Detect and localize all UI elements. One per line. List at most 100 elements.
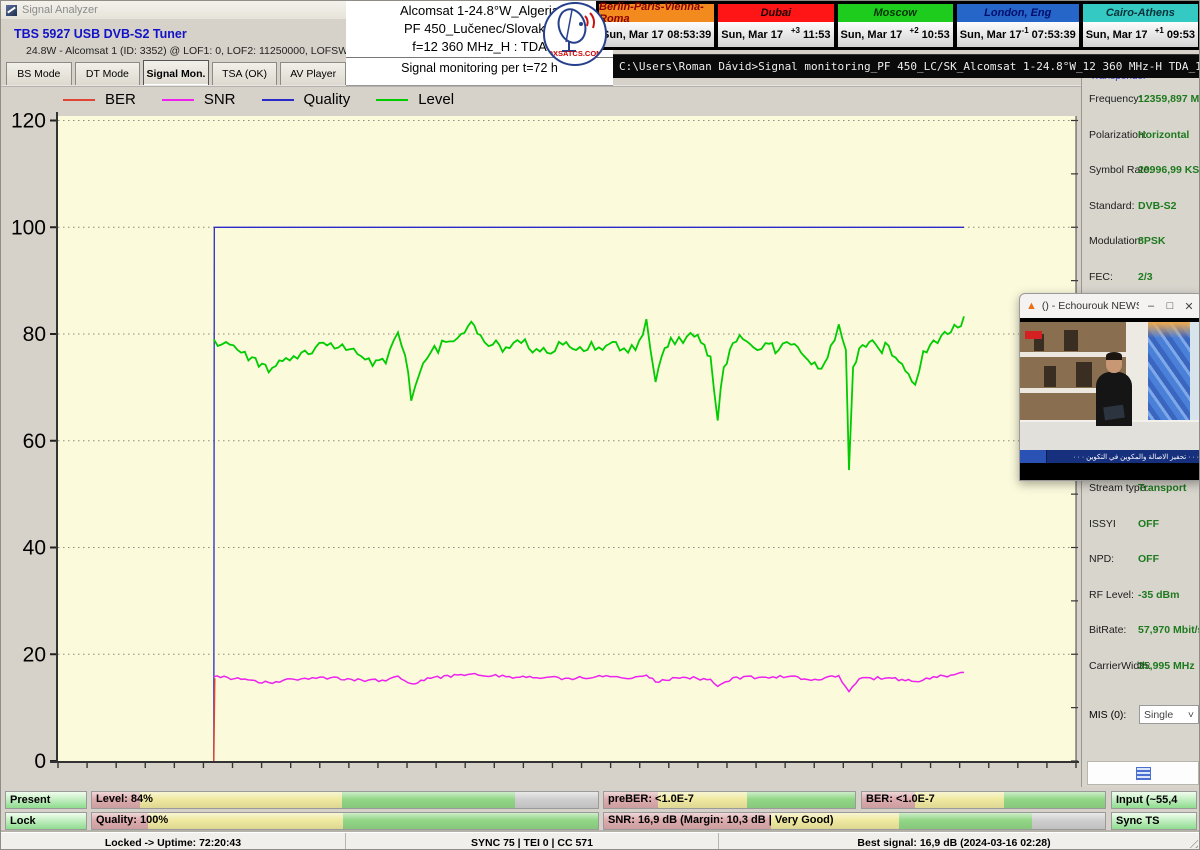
studio-scene xyxy=(1020,322,1200,450)
vlc-titlebar[interactable]: ▲ () - Echourouk NEWS... – □ ✕ xyxy=(1020,294,1200,318)
quality-bar-label: Quality: 100% xyxy=(96,814,168,826)
video-area[interactable]: · · · تحفيز الاصالة والمكوين في التكوين … xyxy=(1020,318,1200,480)
clock-city: London, Eng xyxy=(957,4,1079,22)
field-value: Transport xyxy=(1138,482,1186,494)
sync-ts-indicator: Sync TS xyxy=(1111,812,1197,830)
field-row: RF Level:-35 dBm xyxy=(1082,589,1200,603)
field-value: 35,995 MHz xyxy=(1138,660,1195,672)
ticker-text: · · · تحفيز الاصالة والمكوين في التكوين … xyxy=(1047,453,1200,461)
tab-bs-mode[interactable]: BS Mode xyxy=(6,62,72,85)
vlc-cone-icon: ▲ xyxy=(1026,300,1037,312)
clock: London, Eng Sun, Mar 17-107:53:39 xyxy=(956,3,1080,48)
presenter-hair xyxy=(1106,352,1122,360)
logo-text: DXSATCS.COM xyxy=(545,49,605,58)
meter-segment-green xyxy=(343,813,598,829)
field-row: Frequency:12359,897 MHz xyxy=(1082,93,1200,107)
list-icon xyxy=(1136,767,1151,780)
clock: Cairo-AthensSun, Mar 17+109:53 xyxy=(1082,3,1199,48)
level-bar: Level: 84% xyxy=(91,791,599,809)
plot-area xyxy=(58,116,1076,761)
clock-city: Cairo-Athens xyxy=(1083,4,1198,22)
meter-segment-yellow xyxy=(140,792,342,808)
mis-selected-value: Single xyxy=(1144,709,1173,721)
clock-city: Berlin-Paris-Vienna-Roma xyxy=(599,4,714,22)
meter-segment-gray xyxy=(515,792,598,808)
clock-time-row: Sun, Mar 1708:53:39 xyxy=(599,22,714,47)
monitor-row-1: Present Level: 84% preBER: <1.0E-7 BER: <1.… xyxy=(1,791,1200,809)
uptime-status: Locked -> Uptime: 72:20:43 xyxy=(1,833,346,850)
statusbar: Locked -> Uptime: 72:20:43 SYNC 75 | TEI… xyxy=(1,832,1200,850)
vlc-maximize-button[interactable]: □ xyxy=(1163,300,1177,312)
legend-label: SNR xyxy=(204,91,236,108)
chevron-down-icon: ˅ xyxy=(1188,709,1194,721)
signal-analyzer-window: Signal Analyzer TBS 5927 USB DVB-S2 Tune… xyxy=(0,0,1200,850)
vlc-minimize-button[interactable]: – xyxy=(1144,300,1158,312)
tab-av-player[interactable]: AV Player xyxy=(280,62,346,85)
snr-bar: SNR: 16,9 dB (Margin: 10,3 dB | Very Goo… xyxy=(603,812,1106,830)
clock-city: Moscow xyxy=(838,4,953,22)
meter-segment-green xyxy=(899,813,1032,829)
news-ticker: · · · تحفيز الاصالة والمكوين في التكوين … xyxy=(1020,450,1200,463)
field-label: NPD: xyxy=(1089,553,1114,565)
field-value: 29996,99 KS/s xyxy=(1138,164,1200,176)
clock-time-row: Sun, Mar 17 +210:53 xyxy=(838,22,953,47)
legend-item-snr: SNR xyxy=(162,91,236,108)
monitor-row-2: LockQuality: 100%SNR: 16,9 dB (Margin: 1… xyxy=(1,812,1200,830)
clock-date: Sun, Mar 17 xyxy=(960,29,1022,41)
clock-city: Dubai xyxy=(718,4,833,22)
field-row: NPD: OFF xyxy=(1082,553,1200,567)
vlc-window: ▲ () - Echourouk NEWS... – □ ✕ xyxy=(1019,293,1200,481)
signal-chart: 020406080100120 xyxy=(1,85,1081,791)
field-label: Frequency: xyxy=(1089,93,1142,105)
vlc-close-button[interactable]: ✕ xyxy=(1182,300,1196,313)
tab-tsa-ok-[interactable]: TSA (OK) xyxy=(212,62,278,85)
clock-date: Sun, Mar 17 xyxy=(841,29,903,41)
y-axis-label: 40 xyxy=(23,537,46,560)
preber-bar: preBER: <1.0E-7 xyxy=(603,791,856,809)
ber-bar: BER: <1.0E-7 xyxy=(861,791,1106,809)
legend-swatch-level xyxy=(376,99,408,101)
shelf-object xyxy=(1076,362,1092,387)
y-axis-label: 120 xyxy=(11,110,46,133)
clock-utc-offset: -1 xyxy=(1022,26,1029,35)
clock-time: 07:53:39 xyxy=(1032,29,1076,41)
tab-signal-mon-[interactable]: Signal Mon. xyxy=(143,60,209,86)
tab-dt-mode[interactable]: DT Mode xyxy=(75,62,141,85)
present-indicator: Present xyxy=(5,791,87,809)
field-value: OFF xyxy=(1138,553,1159,565)
console-text: C:\Users\Roman Dávid>Signal monitoring_P… xyxy=(613,60,1200,73)
legend-swatch-snr xyxy=(162,99,194,101)
mis-label: MIS (0): xyxy=(1089,709,1126,721)
console-window: C:\Users\Roman Dávid>Signal monitoring_P… xyxy=(613,54,1200,78)
clock-time-row: Sun, Mar 17+311:53 xyxy=(718,22,833,47)
field-value: 2/3 xyxy=(1138,271,1153,283)
window-title: Signal Analyzer xyxy=(22,4,98,16)
y-axis-label: 20 xyxy=(23,643,46,666)
ticker-chip xyxy=(1020,450,1047,463)
y-axis-label: 60 xyxy=(23,430,46,453)
stream-list-button[interactable] xyxy=(1087,761,1199,785)
input-55-4-mbps--indicator: Input (~55,4 Mbps) xyxy=(1111,791,1197,809)
field-value: DVB-S2 xyxy=(1138,200,1177,212)
tab-bar: BS ModeDT ModeSignal Mon.TSA (OK)AV Play… xyxy=(6,62,346,85)
field-label: Modulation: xyxy=(1089,235,1143,247)
field-row: Symbol Rate:29996,99 KS/s xyxy=(1082,164,1200,178)
field-value: 12359,897 MHz xyxy=(1138,93,1200,105)
field-row: Standard:DVB-S2 xyxy=(1082,200,1200,214)
tuner-details: 24.8W - Alcomsat 1 (ID: 3352) @ LOF1: 0,… xyxy=(26,45,360,57)
meter-segment-gray xyxy=(1032,813,1105,829)
chart-legend: BERSNRQualityLevel xyxy=(63,91,454,108)
y-axis-label: 100 xyxy=(11,216,46,239)
snr-bar-label: SNR: 16,9 dB (Margin: 10,3 dB | Very Goo… xyxy=(608,814,834,826)
field-row: Polarization:Horizontal xyxy=(1082,129,1200,143)
clock-utc-offset: +2 xyxy=(910,26,919,35)
meter-segment-yellow xyxy=(148,813,343,829)
preber-bar-label: preBER: <1.0E-7 xyxy=(608,793,694,805)
clock-time: 09:53 xyxy=(1167,29,1195,41)
field-row: Modulation:8PSK xyxy=(1082,235,1200,249)
level-bar-label: Level: 84% xyxy=(96,793,153,805)
clock-time: 10:53 xyxy=(922,29,950,41)
clock-utc-offset: +1 xyxy=(1155,26,1164,35)
clock: Moscow Sun, Mar 17 +210:53 xyxy=(837,3,954,48)
mis-dropdown[interactable]: Single ˅ xyxy=(1139,705,1199,724)
